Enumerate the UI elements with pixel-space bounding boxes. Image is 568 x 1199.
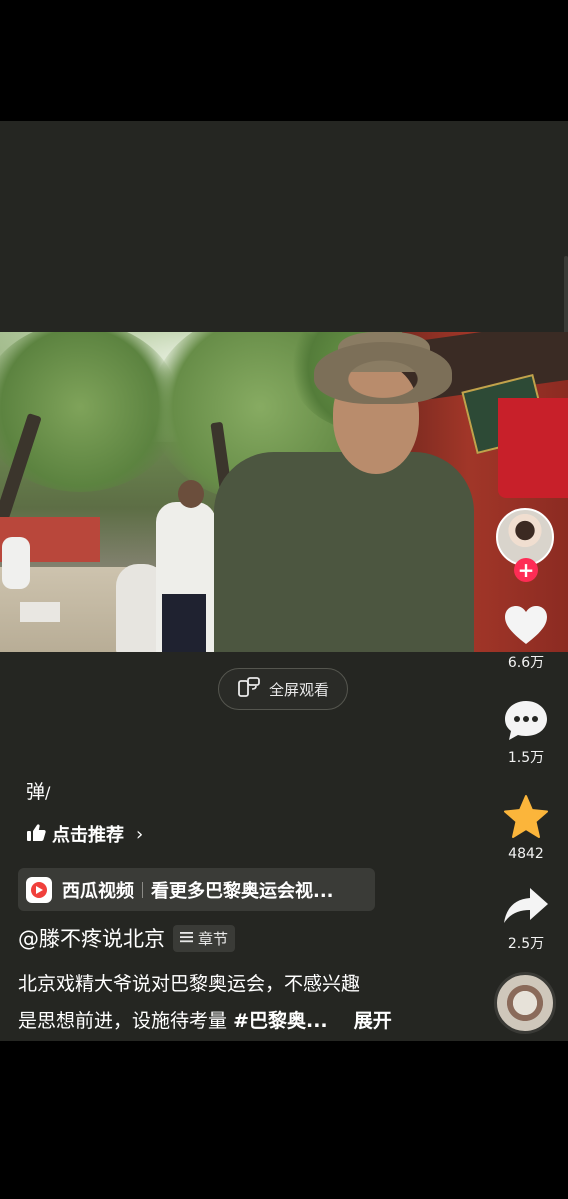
music-disc[interactable] <box>494 972 556 1034</box>
description-line-2: 是思想前进，设施待考量 #巴黎奥... 展开 <box>18 1003 488 1040</box>
follow-button[interactable]: + <box>514 558 538 582</box>
chapter-button[interactable]: 章节 <box>173 924 236 952</box>
fullscreen-label: 全屏观看 <box>268 680 329 699</box>
favorite-count: 4842 <box>508 846 544 862</box>
thumbs-up-icon <box>26 823 46 846</box>
chapter-label: 章节 <box>198 929 229 948</box>
xigua-app-name: 西瓜视频 <box>62 880 134 902</box>
share-arrow-icon <box>502 885 550 931</box>
description-line-1: 北京戏精大爷说对巴黎奥运会，不感兴趣 <box>18 973 361 995</box>
xigua-more-text: 看更多巴黎奥运会视... <box>151 880 334 902</box>
recommend-label: 点击推荐 <box>52 825 124 846</box>
danmu-slash-icon: / <box>45 783 51 802</box>
star-icon <box>502 794 550 844</box>
hashtag-link[interactable]: #巴黎奥... <box>233 1010 328 1032</box>
video-pedestrian-head <box>178 480 204 508</box>
xigua-logo-icon <box>26 876 52 903</box>
fullscreen-button[interactable]: 全屏观看 <box>218 668 348 710</box>
video-pedestrian-legs <box>162 594 206 652</box>
like-button[interactable]: 6.6万 <box>500 604 552 672</box>
video-player[interactable] <box>0 332 568 652</box>
video-awning <box>498 398 568 498</box>
video-cyclist <box>2 537 30 589</box>
favorite-button[interactable]: 4842 <box>500 794 552 862</box>
author-handle[interactable]: @滕不疼说北京 <box>18 923 165 953</box>
divider <box>142 881 143 898</box>
video-description: 北京戏精大爷说对巴黎奥运会，不感兴趣 是思想前进，设施待考量 #巴黎奥... 展… <box>18 966 488 1040</box>
like-count: 6.6万 <box>507 655 545 671</box>
rotate-screen-icon <box>237 676 261 702</box>
share-count: 2.5万 <box>507 936 545 952</box>
video-man-shirt <box>214 452 474 652</box>
danmu-label: 弹 <box>26 781 46 803</box>
danmu-toggle[interactable]: 弹/ <box>26 777 50 804</box>
comment-button[interactable]: 1.5万 <box>500 699 552 767</box>
description-text: 是思想前进，设施待考量 <box>18 1010 228 1032</box>
heart-icon <box>503 604 549 650</box>
video-hat <box>314 342 452 404</box>
video-bench <box>20 602 60 622</box>
recommend-button[interactable]: 点击推荐 › <box>26 821 143 847</box>
comment-count: 1.5万 <box>507 750 545 766</box>
list-icon <box>180 929 193 947</box>
chevron-right-icon: › <box>136 823 144 845</box>
video-feed-screen: 全屏观看 + 6.6万 1.5万 4842 2.5万 弹/ 点击推荐 › 西瓜视… <box>0 121 568 1041</box>
xigua-banner[interactable]: 西瓜视频 看更多巴黎奥运会视... <box>18 868 375 911</box>
author-row: @滕不疼说北京 章节 <box>18 923 236 953</box>
expand-button[interactable]: 展开 <box>354 1010 392 1032</box>
share-button[interactable]: 2.5万 <box>500 885 552 953</box>
comment-bubble-icon <box>503 699 549 745</box>
